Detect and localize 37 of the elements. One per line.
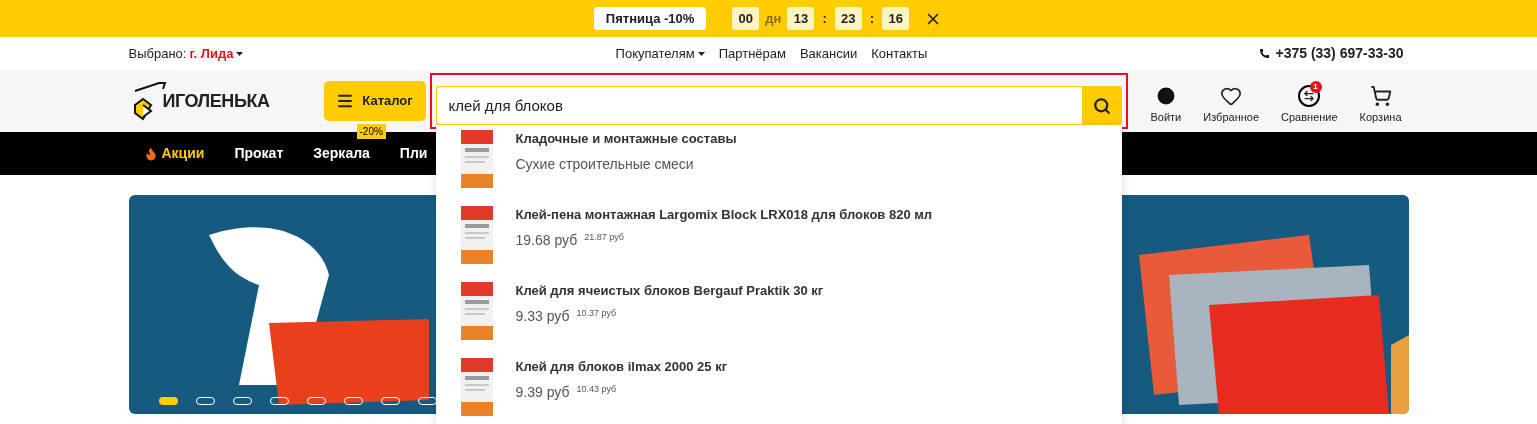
countdown-separator: : [869,9,875,28]
cart-icon [1369,84,1392,107]
nav-link[interactable]: Прокат [234,143,284,164]
discount-badge: -20% [356,124,386,139]
suggestion-item[interactable]: Кладочные и монтажные составы Сухие строительные смеси [456,128,1122,190]
promo-label: Пятница -10% [593,7,707,30]
header-action[interactable]: Корзина [1357,84,1404,126]
countdown-value: 23 [834,7,862,30]
countdown-unit: дн [765,9,782,28]
caret-icon [236,51,244,56]
search-icon [1092,96,1111,115]
header-action[interactable]: Избранное [1201,84,1262,126]
menu-link[interactable]: Вакансии [799,43,858,64]
nav-link[interactable]: Акции [143,143,205,164]
category-name: Сухие строительные смеси [515,154,695,174]
flame-icon [143,146,158,161]
menu-icon [336,92,355,110]
suggestion-title: Кладочные и монтажные составы [515,130,737,148]
count-badge: 1 [1309,80,1322,93]
menu-link[interactable]: Партнёрам [718,43,786,64]
menu-link[interactable]: Контакты [871,43,928,64]
menu-link[interactable]: Покупателям [615,43,705,64]
nav-link[interactable]: Пли [399,143,428,164]
header-action[interactable]: Войти [1148,84,1184,126]
logo-text: ИГОЛЕНЬКА [162,89,270,113]
countdown-value: 00 [732,7,760,30]
search-button[interactable] [1081,86,1122,125]
phone-number: +375 (33) 697-33-30 [1275,44,1404,63]
search-field[interactable]: клей для блоков [435,86,1082,125]
countdown-value: 16 [882,7,910,30]
phone-icon [1259,48,1271,59]
city-label: Выбрано: [128,44,187,63]
city-selector[interactable]: г. Лида [189,43,244,64]
catalog-button[interactable]: Каталог [323,81,426,121]
countdown-separator: : [822,9,827,28]
caret-icon [697,51,705,56]
countdown-value: 13 [787,7,815,30]
